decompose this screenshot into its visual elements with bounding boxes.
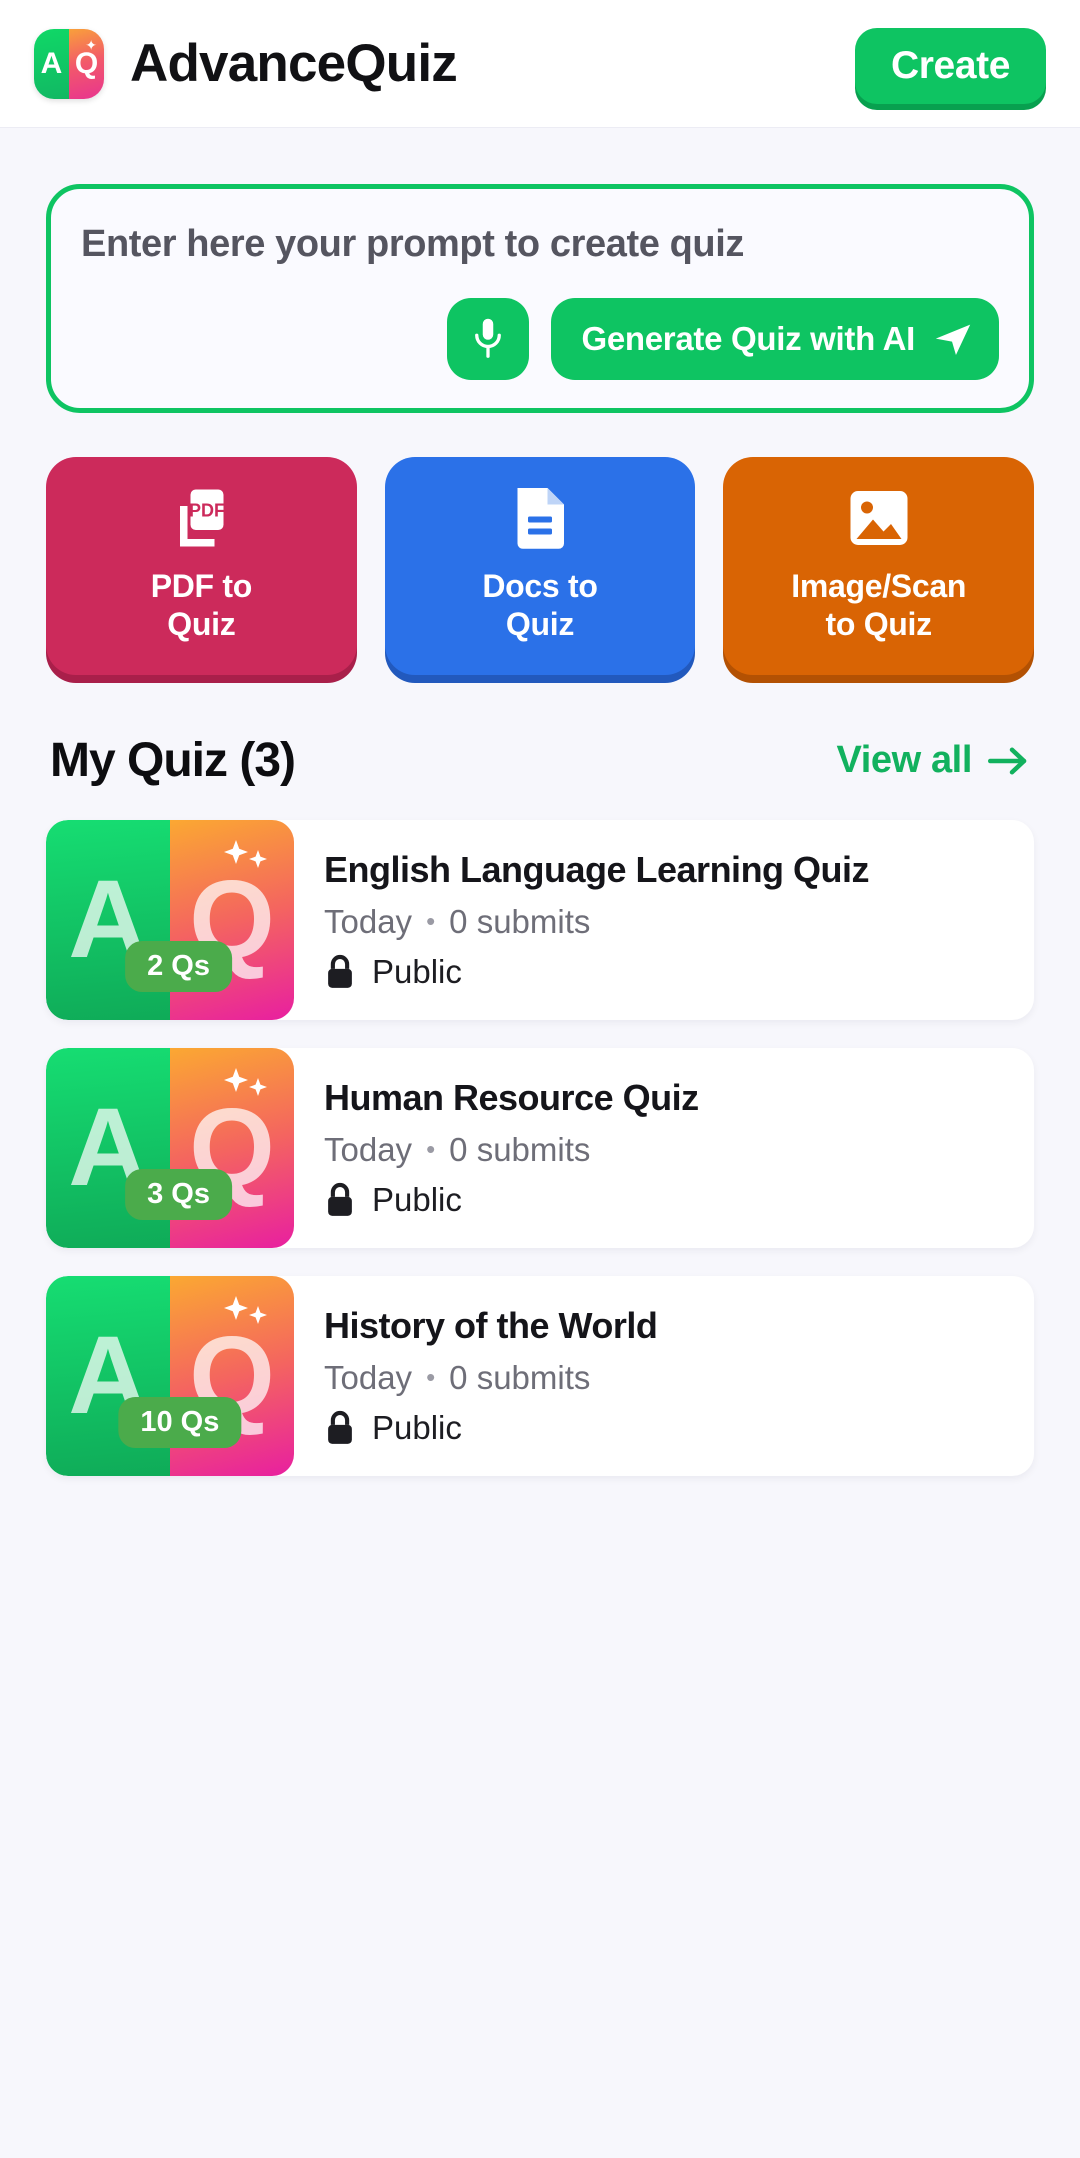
quiz-list-item[interactable]: A Q 2 Qs English Language Learning Quiz xyxy=(46,820,1034,1020)
quiz-info: English Language Learning Quiz Today • 0… xyxy=(294,820,1034,1020)
pdf-label-line2: Quiz xyxy=(167,606,236,642)
pdf-to-quiz-card[interactable]: PDF PDF to Quiz xyxy=(46,457,357,675)
logo-letter-q: Q xyxy=(74,46,99,80)
generate-quiz-button[interactable]: Generate Quiz with AI xyxy=(551,298,999,380)
logo-left-half: A xyxy=(34,28,69,99)
category-card-row: PDF PDF to Quiz Docs to Quiz Image/Scan … xyxy=(46,457,1035,675)
visibility-label: Public xyxy=(372,952,462,990)
quiz-submits: 0 submits xyxy=(449,902,591,940)
pdf-label-line1: PDF to xyxy=(150,568,253,605)
quiz-visibility: Public xyxy=(324,953,1010,991)
image-label-line1: Image/Scan xyxy=(791,568,967,605)
quiz-title: History of the World xyxy=(324,1305,658,1347)
visibility-label: Public xyxy=(372,1408,462,1446)
lock-icon xyxy=(328,954,352,988)
pdf-to-quiz-label: PDF to Quiz xyxy=(150,568,253,644)
quiz-list: A Q 2 Qs English Language Learning Quiz xyxy=(46,820,1034,1476)
meta-separator: • xyxy=(426,1362,436,1393)
docs-to-quiz-card[interactable]: Docs to Quiz xyxy=(384,457,696,675)
quiz-visibility: Public xyxy=(324,1409,1010,1447)
create-button[interactable]: Create xyxy=(855,28,1046,104)
quiz-date: Today xyxy=(324,902,413,940)
quiz-meta: Today • 0 submits xyxy=(324,903,1010,941)
lock-icon xyxy=(328,1410,352,1444)
quiz-submits: 0 submits xyxy=(449,1130,591,1168)
prompt-input[interactable]: Enter here your prompt to create quiz xyxy=(81,223,999,266)
questions-count-badge: 10 Qs xyxy=(118,1397,242,1448)
image-scan-to-quiz-label: Image/Scan to Quiz xyxy=(791,568,966,644)
microphone-icon xyxy=(475,318,502,358)
questions-count-badge: 3 Qs xyxy=(125,1169,232,1220)
image-label-line2: to Quiz xyxy=(825,606,933,642)
sparkle-icon xyxy=(218,838,274,886)
docs-to-quiz-label: Docs to Quiz xyxy=(482,568,598,644)
quiz-thumbnail: A Q 2 Qs xyxy=(46,820,294,1020)
quiz-title: English Language Learning Quiz xyxy=(324,849,870,891)
docs-label-line1: Docs to xyxy=(482,568,598,605)
my-quiz-section-header: My Quiz (3) View all xyxy=(46,733,1034,788)
arrow-right-icon xyxy=(988,747,1027,774)
quiz-date: Today xyxy=(324,1358,413,1396)
meta-separator: • xyxy=(426,906,436,937)
view-all-button[interactable]: View all xyxy=(836,739,1030,782)
meta-separator: • xyxy=(426,1134,436,1165)
quiz-visibility: Public xyxy=(324,1181,1010,1219)
app-logo: A Q ✦ xyxy=(34,28,104,99)
app-title: AdvanceQuiz xyxy=(130,34,458,93)
send-icon xyxy=(935,324,971,356)
lock-icon xyxy=(328,1182,352,1216)
quiz-thumbnail: A Q 3 Qs xyxy=(46,1048,294,1248)
sparkle-icon xyxy=(218,1294,274,1342)
questions-count-badge: 2 Qs xyxy=(125,941,232,992)
quiz-thumbnail: A Q 10 Qs xyxy=(46,1276,294,1476)
image-picture-icon xyxy=(843,482,915,554)
prompt-actions: Generate Quiz with AI xyxy=(81,298,999,380)
quiz-meta: Today • 0 submits xyxy=(324,1359,1010,1397)
sparkle-icon xyxy=(218,1066,274,1114)
microphone-button[interactable] xyxy=(447,298,530,380)
app-header: A Q ✦ AdvanceQuiz Create xyxy=(0,0,1080,128)
visibility-label: Public xyxy=(372,1180,462,1218)
prompt-card[interactable]: Enter here your prompt to create quiz Ge… xyxy=(46,184,1034,413)
sparkle-icon: ✦ xyxy=(85,36,97,53)
logo-right-half: Q ✦ xyxy=(69,28,104,99)
quiz-submits: 0 submits xyxy=(449,1358,591,1396)
svg-text:PDF: PDF xyxy=(189,501,225,521)
generate-quiz-label: Generate Quiz with AI xyxy=(581,320,915,357)
quiz-title: Human Resource Quiz xyxy=(324,1077,699,1119)
quiz-date: Today xyxy=(324,1130,413,1168)
page-content: Enter here your prompt to create quiz Ge… xyxy=(0,184,1080,1476)
quiz-info: Human Resource Quiz Today • 0 submits Pu… xyxy=(294,1048,1034,1248)
quiz-list-item[interactable]: A Q 10 Qs History of the World Today • 0… xyxy=(46,1276,1034,1476)
view-all-label: View all xyxy=(836,739,972,781)
image-scan-to-quiz-card[interactable]: Image/Scan to Quiz xyxy=(723,457,1035,675)
document-file-icon xyxy=(507,482,573,554)
logo-letter-a: A xyxy=(40,46,63,80)
quiz-list-item[interactable]: A Q 3 Qs Human Resource Quiz Today • 0 s… xyxy=(46,1048,1034,1248)
docs-label-line2: Quiz xyxy=(505,606,575,642)
pdf-file-icon: PDF xyxy=(165,482,237,554)
quiz-meta: Today • 0 submits xyxy=(324,1131,1010,1169)
quiz-info: History of the World Today • 0 submits P… xyxy=(294,1276,1034,1476)
my-quiz-title: My Quiz (3) xyxy=(50,734,296,787)
